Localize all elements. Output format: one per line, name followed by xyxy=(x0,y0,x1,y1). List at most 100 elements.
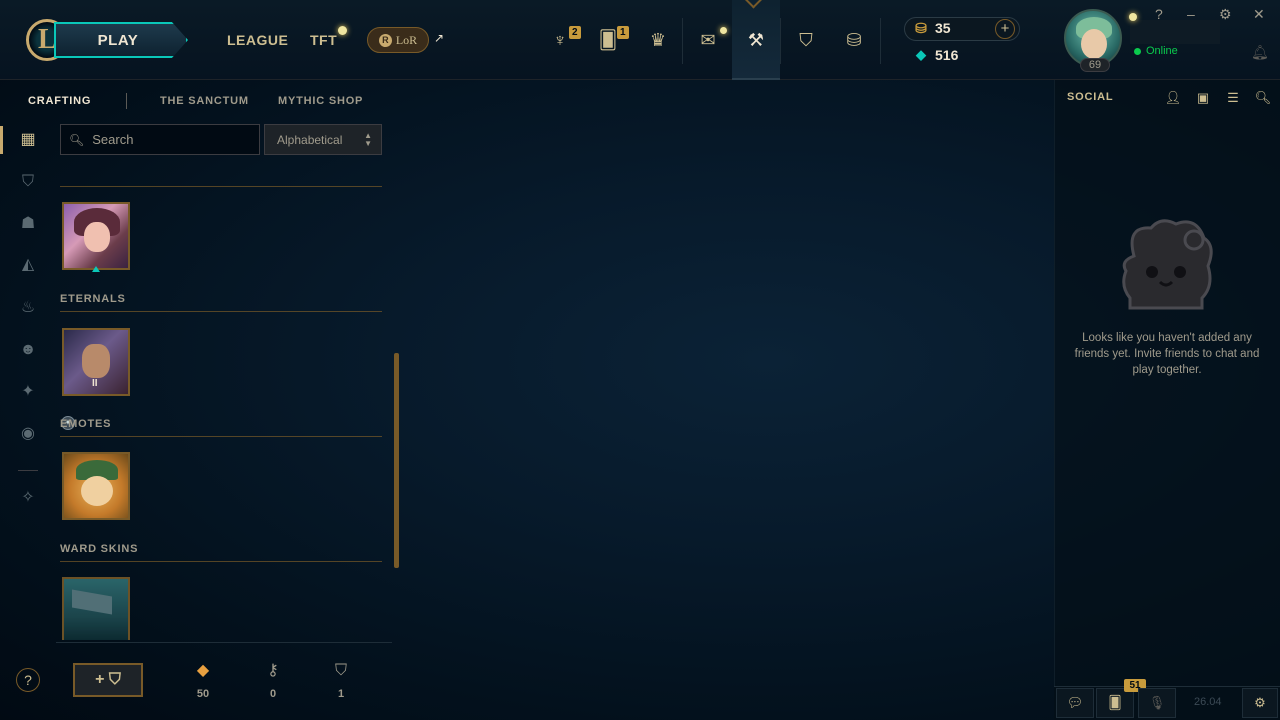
profile-notification-dot xyxy=(1129,13,1137,21)
chests-icon[interactable]: ⛉ xyxy=(18,172,38,192)
icons-icon[interactable]: ◉ xyxy=(18,424,38,444)
external-link-icon: ↗ xyxy=(434,31,445,45)
loot-list: ✦ ETERNALS EMOTES WARD SKINS xyxy=(56,160,392,640)
tab-the-sanctum[interactable]: THE SANCTUM xyxy=(160,95,249,107)
emote-art xyxy=(81,476,113,506)
ward-skin-art xyxy=(72,589,112,615)
search-friends-icon[interactable]: 🔍︎ xyxy=(1254,89,1272,107)
online-status-icon xyxy=(1134,48,1141,55)
section-title-emotes: EMOTES xyxy=(60,418,112,430)
add-friend-icon[interactable]: 👤︎ xyxy=(1164,89,1182,107)
poro-illustration-icon xyxy=(1122,219,1213,310)
minimize-icon[interactable]: – xyxy=(1187,6,1195,22)
section-divider xyxy=(60,186,382,187)
bell-icon[interactable]: 🔔︎ xyxy=(1251,44,1269,61)
riot-points-value: 35 xyxy=(935,20,951,36)
sort-arrows-icon: ▲ ▼ xyxy=(364,131,372,148)
section-title-ward-skins: WARD SKINS xyxy=(60,543,139,555)
sort-select[interactable]: Alphabetical ▲ ▼ xyxy=(264,124,382,155)
client-version: 26.04 xyxy=(1194,696,1222,708)
trophy-badge: 2 xyxy=(569,26,581,39)
riot-points[interactable]: ⛁ 35 xyxy=(913,20,951,36)
rail-active-indicator xyxy=(0,126,3,154)
missions-badge: 1 xyxy=(617,26,629,39)
search-field[interactable]: 🔍︎ xyxy=(60,124,260,155)
add-chest-button[interactable]: + ⛉ xyxy=(73,663,143,697)
collection-icon[interactable]: ⛉ xyxy=(792,26,820,54)
settings-gear-icon[interactable]: ⚙ xyxy=(1219,6,1232,23)
tab-crafting[interactable]: CRAFTING xyxy=(28,95,91,107)
riot-points-icon: ⛁ xyxy=(915,20,927,36)
skins-icon[interactable]: ◭ xyxy=(18,255,38,275)
orange-essence-icon: ◆ xyxy=(196,662,210,679)
emotes-icon[interactable]: ☻ xyxy=(18,340,38,360)
keys: ⚷ 0 xyxy=(258,660,288,700)
list-view-icon[interactable]: ☰ xyxy=(1224,89,1242,107)
add-folder-icon[interactable]: ▣ xyxy=(1194,89,1212,107)
rail-divider xyxy=(18,470,38,471)
play-button-label: PLAY xyxy=(97,31,139,49)
sort-selected-value: Alphabetical xyxy=(277,133,343,147)
buy-rp-button[interactable]: + xyxy=(995,19,1015,39)
eternal-tier: II xyxy=(92,378,98,389)
status-text[interactable]: Online xyxy=(1146,45,1178,57)
crafting-hammer-icon[interactable]: ⚒ xyxy=(742,26,770,54)
nav-separator xyxy=(880,18,881,64)
section-title-eternals: ETERNALS xyxy=(60,293,126,305)
loot-help-button[interactable]: ? xyxy=(16,668,40,692)
eternal-art xyxy=(82,344,110,378)
loot-item-ward-skin[interactable] xyxy=(62,577,130,640)
tab-separator xyxy=(126,93,127,109)
wards-icon[interactable]: ♨ xyxy=(18,298,38,318)
notifications-icon[interactable]: 🂠 xyxy=(1096,688,1134,718)
nav-league[interactable]: LEAGUE xyxy=(227,32,288,48)
help-icon[interactable]: ? xyxy=(1155,6,1163,22)
tft-notification-dot xyxy=(338,26,347,35)
search-input[interactable] xyxy=(92,132,253,147)
inbox-notification-dot xyxy=(720,27,727,34)
nav-separator xyxy=(780,18,781,64)
nav-separator xyxy=(682,18,683,64)
orange-essence: ◆ 50 xyxy=(188,660,218,700)
bug-report-icon[interactable]: ⚙ xyxy=(1242,688,1278,718)
ranked-icon[interactable]: ♛ xyxy=(644,26,672,54)
client-window: PLAY LEAGUE TFT R LoR ↗ ♆ 2 🂠 1 ♛ ✉ ⚒ ⛉ … xyxy=(0,0,1280,720)
chests: ⛉ 1 xyxy=(326,660,356,700)
play-button[interactable]: PLAY xyxy=(54,22,188,58)
store-coins-icon[interactable]: ⛁ xyxy=(840,26,868,54)
lor-logo-icon: R xyxy=(378,33,392,47)
tab-mythic-shop[interactable]: MYTHIC SHOP xyxy=(278,95,363,107)
voice-mic-icon[interactable]: 🎙︎ xyxy=(1138,688,1176,718)
eternals-icon[interactable]: ✦ xyxy=(18,382,38,402)
skin-art-face xyxy=(84,222,110,252)
summoner-name[interactable] xyxy=(1130,20,1220,44)
skin-upgrade-icon xyxy=(92,266,100,272)
chat-icon[interactable]: 💬︎ xyxy=(1056,688,1094,718)
orange-essence-value: 50 xyxy=(196,688,210,700)
lor-label: LoR xyxy=(395,32,418,47)
blue-essence[interactable]: ◆ 516 xyxy=(913,47,958,63)
section-divider xyxy=(60,436,382,437)
social-title: SOCIAL xyxy=(1067,91,1114,103)
social-panel xyxy=(1054,80,1280,720)
key-icon: ⚷ xyxy=(267,662,279,679)
summoner-level: 69 xyxy=(1080,58,1110,72)
close-icon[interactable]: ✕ xyxy=(1253,6,1265,23)
key-value: 0 xyxy=(269,688,277,700)
all-loot-icon[interactable]: ▦ xyxy=(18,130,38,150)
materials-icon[interactable]: ✧ xyxy=(18,488,38,508)
loot-item-skin[interactable] xyxy=(62,202,130,270)
nav-tft[interactable]: TFT xyxy=(310,32,337,48)
blue-essence-icon: ◆ xyxy=(916,47,926,62)
loot-item-emote[interactable] xyxy=(62,452,130,520)
section-divider xyxy=(60,561,382,562)
empty-friends-message: Looks like you haven't added any friends… xyxy=(1074,332,1260,376)
blue-essence-value: 516 xyxy=(935,47,959,63)
inbox-icon[interactable]: ✉ xyxy=(694,26,722,54)
loot-scrollbar[interactable] xyxy=(394,353,399,568)
chest-icon: ⛉ xyxy=(334,662,347,679)
avatar-face xyxy=(1081,29,1107,59)
champions-icon[interactable]: ☗ xyxy=(18,214,38,234)
nav-lor-button[interactable]: R LoR xyxy=(367,27,429,53)
chest-value: 1 xyxy=(337,688,345,700)
